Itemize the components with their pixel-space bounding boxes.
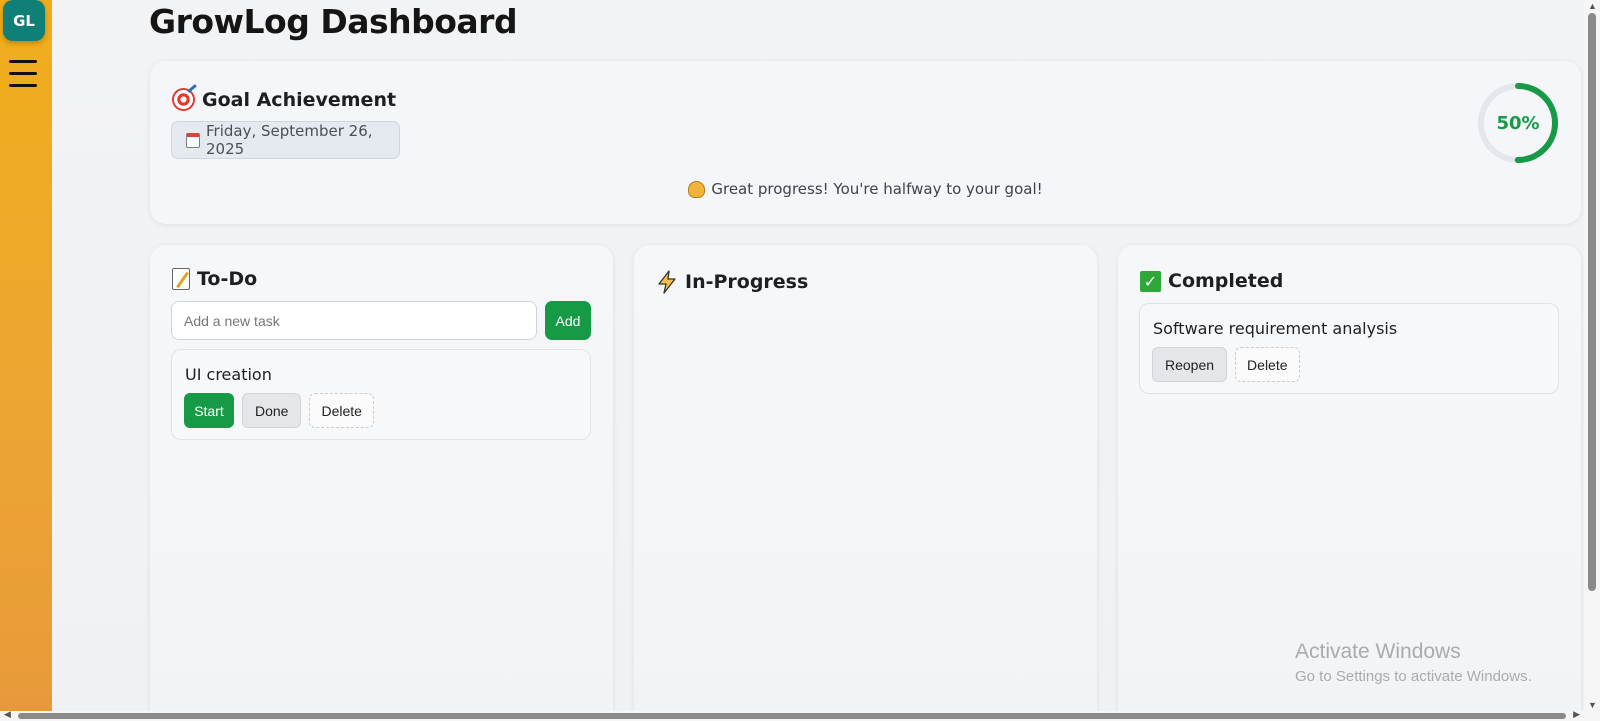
task-name: UI creation [185, 365, 272, 384]
memo-icon [172, 268, 190, 290]
task-card: UI creation Start Done Delete [171, 349, 591, 440]
date-label: Friday, September 26, 2025 [205, 122, 373, 158]
progress-ring: 50% [1476, 81, 1560, 165]
todo-column: To-Do Add UI creation Start Done Delete [150, 245, 613, 711]
sidebar: GL [0, 0, 52, 711]
goal-title-label: Goal Achievement [202, 88, 397, 111]
completed-task-card: Software requirement analysis Reopen Del… [1139, 303, 1559, 394]
flexed-biceps-icon [688, 180, 706, 198]
vertical-scroll-thumb[interactable] [1588, 13, 1596, 591]
goal-title: Goal Achievement [172, 88, 396, 111]
calendar-icon [186, 132, 200, 148]
horizontal-scrollbar[interactable]: ◀ ▶ [0, 709, 1600, 721]
scroll-down-icon[interactable]: ▼ [1588, 700, 1597, 710]
page-title: GrowLog Dashboard [149, 2, 518, 41]
add-task-button[interactable]: Add [545, 301, 591, 340]
delete-task-button[interactable]: Delete [309, 393, 374, 428]
todo-title-label: To-Do [197, 268, 258, 290]
delete-task-button[interactable]: Delete [1235, 347, 1300, 382]
scroll-right-icon[interactable]: ▶ [1573, 709, 1580, 720]
task-name: Software requirement analysis [1153, 319, 1398, 338]
task-actions: Start Done Delete [184, 393, 374, 428]
in-progress-title-label: In-Progress [685, 271, 809, 293]
app-logo[interactable]: GL [3, 0, 45, 41]
todo-column-title: To-Do [172, 268, 257, 290]
reopen-task-button[interactable]: Reopen [1152, 347, 1228, 382]
completed-column-title: ✓ Completed [1140, 270, 1283, 292]
scroll-left-icon[interactable]: ◀ [4, 709, 11, 720]
watermark-line-2: Go to Settings to activate Windows. [1295, 668, 1532, 685]
lightning-icon [658, 270, 676, 294]
vertical-scrollbar[interactable]: ▲ ▼ [1584, 0, 1600, 711]
task-actions: Reopen Delete [1152, 347, 1300, 382]
in-progress-column: In-Progress [634, 245, 1097, 711]
start-task-button[interactable]: Start [184, 393, 234, 428]
scroll-up-icon[interactable]: ▲ [1588, 1, 1597, 11]
target-icon [172, 88, 195, 111]
new-task-input[interactable] [171, 301, 537, 340]
goal-achievement-card: Goal Achievement Friday, September 26, 2… [150, 61, 1581, 224]
progress-percent: 50% [1496, 112, 1540, 134]
windows-activation-watermark: Activate Windows Go to Settings to activ… [1295, 640, 1532, 685]
done-task-button[interactable]: Done [242, 393, 302, 428]
horizontal-scroll-thumb[interactable] [18, 713, 1566, 719]
progress-message-text: Great progress! You're halfway to your g… [711, 180, 1043, 198]
progress-message: Great progress! You're halfway to your g… [150, 180, 1581, 198]
date-display: Friday, September 26, 2025 [171, 121, 400, 159]
hamburger-menu-icon[interactable] [9, 60, 37, 90]
check-mark-icon: ✓ [1140, 270, 1161, 292]
watermark-line-1: Activate Windows [1295, 640, 1461, 663]
in-progress-column-title: In-Progress [656, 270, 808, 294]
completed-title-label: Completed [1168, 270, 1284, 292]
